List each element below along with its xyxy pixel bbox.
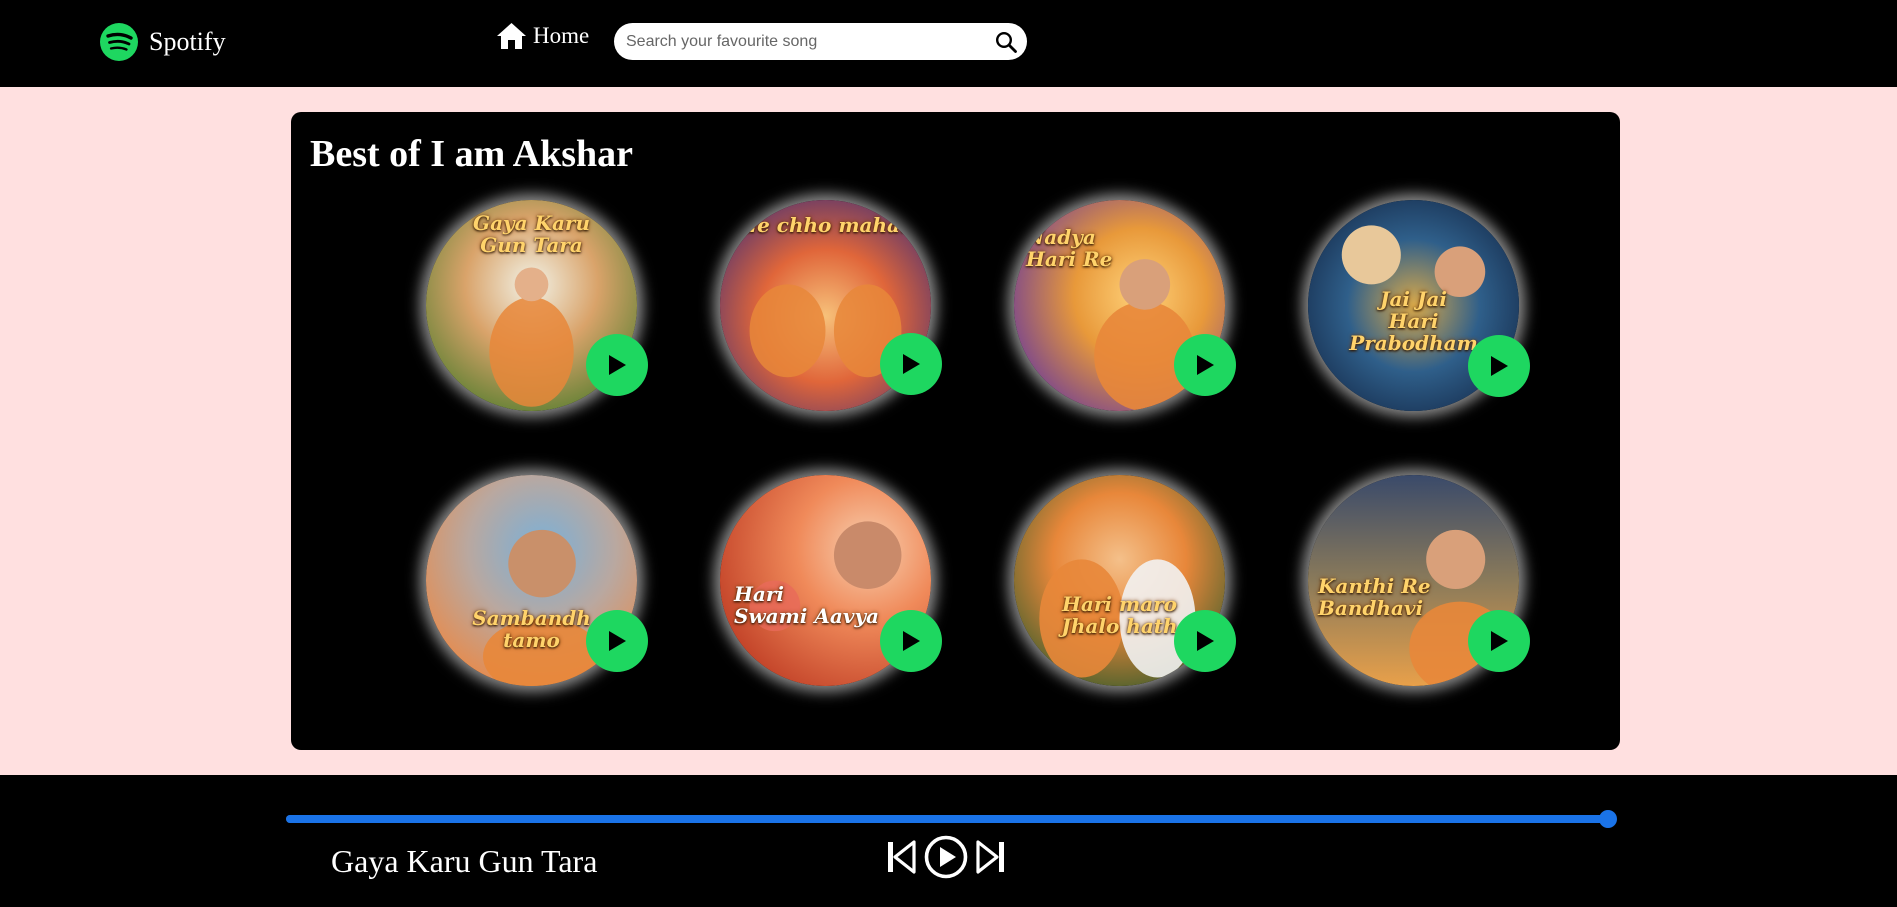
play-button[interactable]	[1468, 610, 1530, 672]
song-cover-text: Jode chho maharaj	[720, 213, 931, 237]
play-icon	[903, 354, 920, 374]
home-label: Home	[533, 23, 590, 48]
song-tile[interactable]: Jai Jai Hari Prabodham	[1308, 200, 1530, 415]
search-bar	[614, 23, 1027, 60]
search-input[interactable]	[626, 32, 995, 51]
play-icon	[1491, 631, 1508, 651]
next-icon[interactable]	[976, 840, 1006, 874]
play-button[interactable]	[880, 610, 942, 672]
song-cover-text: Nadya Hari Re	[1026, 225, 1113, 271]
song-tile[interactable]: Nadya Hari Re	[1014, 200, 1236, 415]
play-icon	[1491, 356, 1508, 376]
playlist-card: Best of I am Akshar Gaya Karu Gun Tara Jo…	[291, 112, 1620, 750]
play-circle-icon[interactable]	[924, 835, 968, 879]
progress-thumb[interactable]	[1599, 810, 1617, 828]
play-icon	[609, 355, 626, 375]
progress-bar[interactable]	[286, 810, 1617, 828]
previous-icon[interactable]	[886, 840, 916, 874]
song-tile[interactable]: Kanthi Re Bandhavi	[1308, 475, 1530, 690]
play-button[interactable]	[1468, 335, 1530, 397]
player-controls	[886, 835, 1006, 879]
brand-name: Spotify	[149, 27, 226, 56]
song-tile[interactable]: Jode chho maharaj	[720, 200, 942, 415]
play-icon	[903, 631, 920, 651]
brand[interactable]: Spotify	[99, 22, 226, 62]
song-tile[interactable]: Gaya Karu Gun Tara	[426, 200, 648, 415]
section-title: Best of I am Akshar	[310, 133, 634, 175]
play-icon	[1197, 631, 1214, 651]
spotify-logo-icon	[100, 23, 138, 61]
play-button[interactable]	[586, 334, 648, 396]
play-button[interactable]	[586, 610, 648, 672]
player-bar: Gaya Karu Gun Tara	[0, 775, 1897, 907]
song-cover-text: Gaya Karu Gun Tara	[472, 211, 590, 257]
top-nav: Spotify Home	[0, 0, 1897, 87]
progress-fill	[286, 815, 1608, 823]
search-icon[interactable]	[995, 31, 1017, 53]
play-button[interactable]	[880, 333, 942, 395]
play-button[interactable]	[1174, 610, 1236, 672]
now-playing-title: Gaya Karu Gun Tara	[331, 843, 598, 879]
play-icon	[1197, 355, 1214, 375]
song-tile[interactable]: Hari Swami Aavya	[720, 475, 942, 690]
song-tile[interactable]: Sambandh tamo	[426, 475, 648, 690]
home-link[interactable]: Home	[496, 22, 589, 50]
home-icon	[497, 23, 526, 49]
play-icon	[609, 631, 626, 651]
play-button[interactable]	[1174, 334, 1236, 396]
song-tile[interactable]: Hari maro Jhalo hath	[1014, 475, 1236, 690]
